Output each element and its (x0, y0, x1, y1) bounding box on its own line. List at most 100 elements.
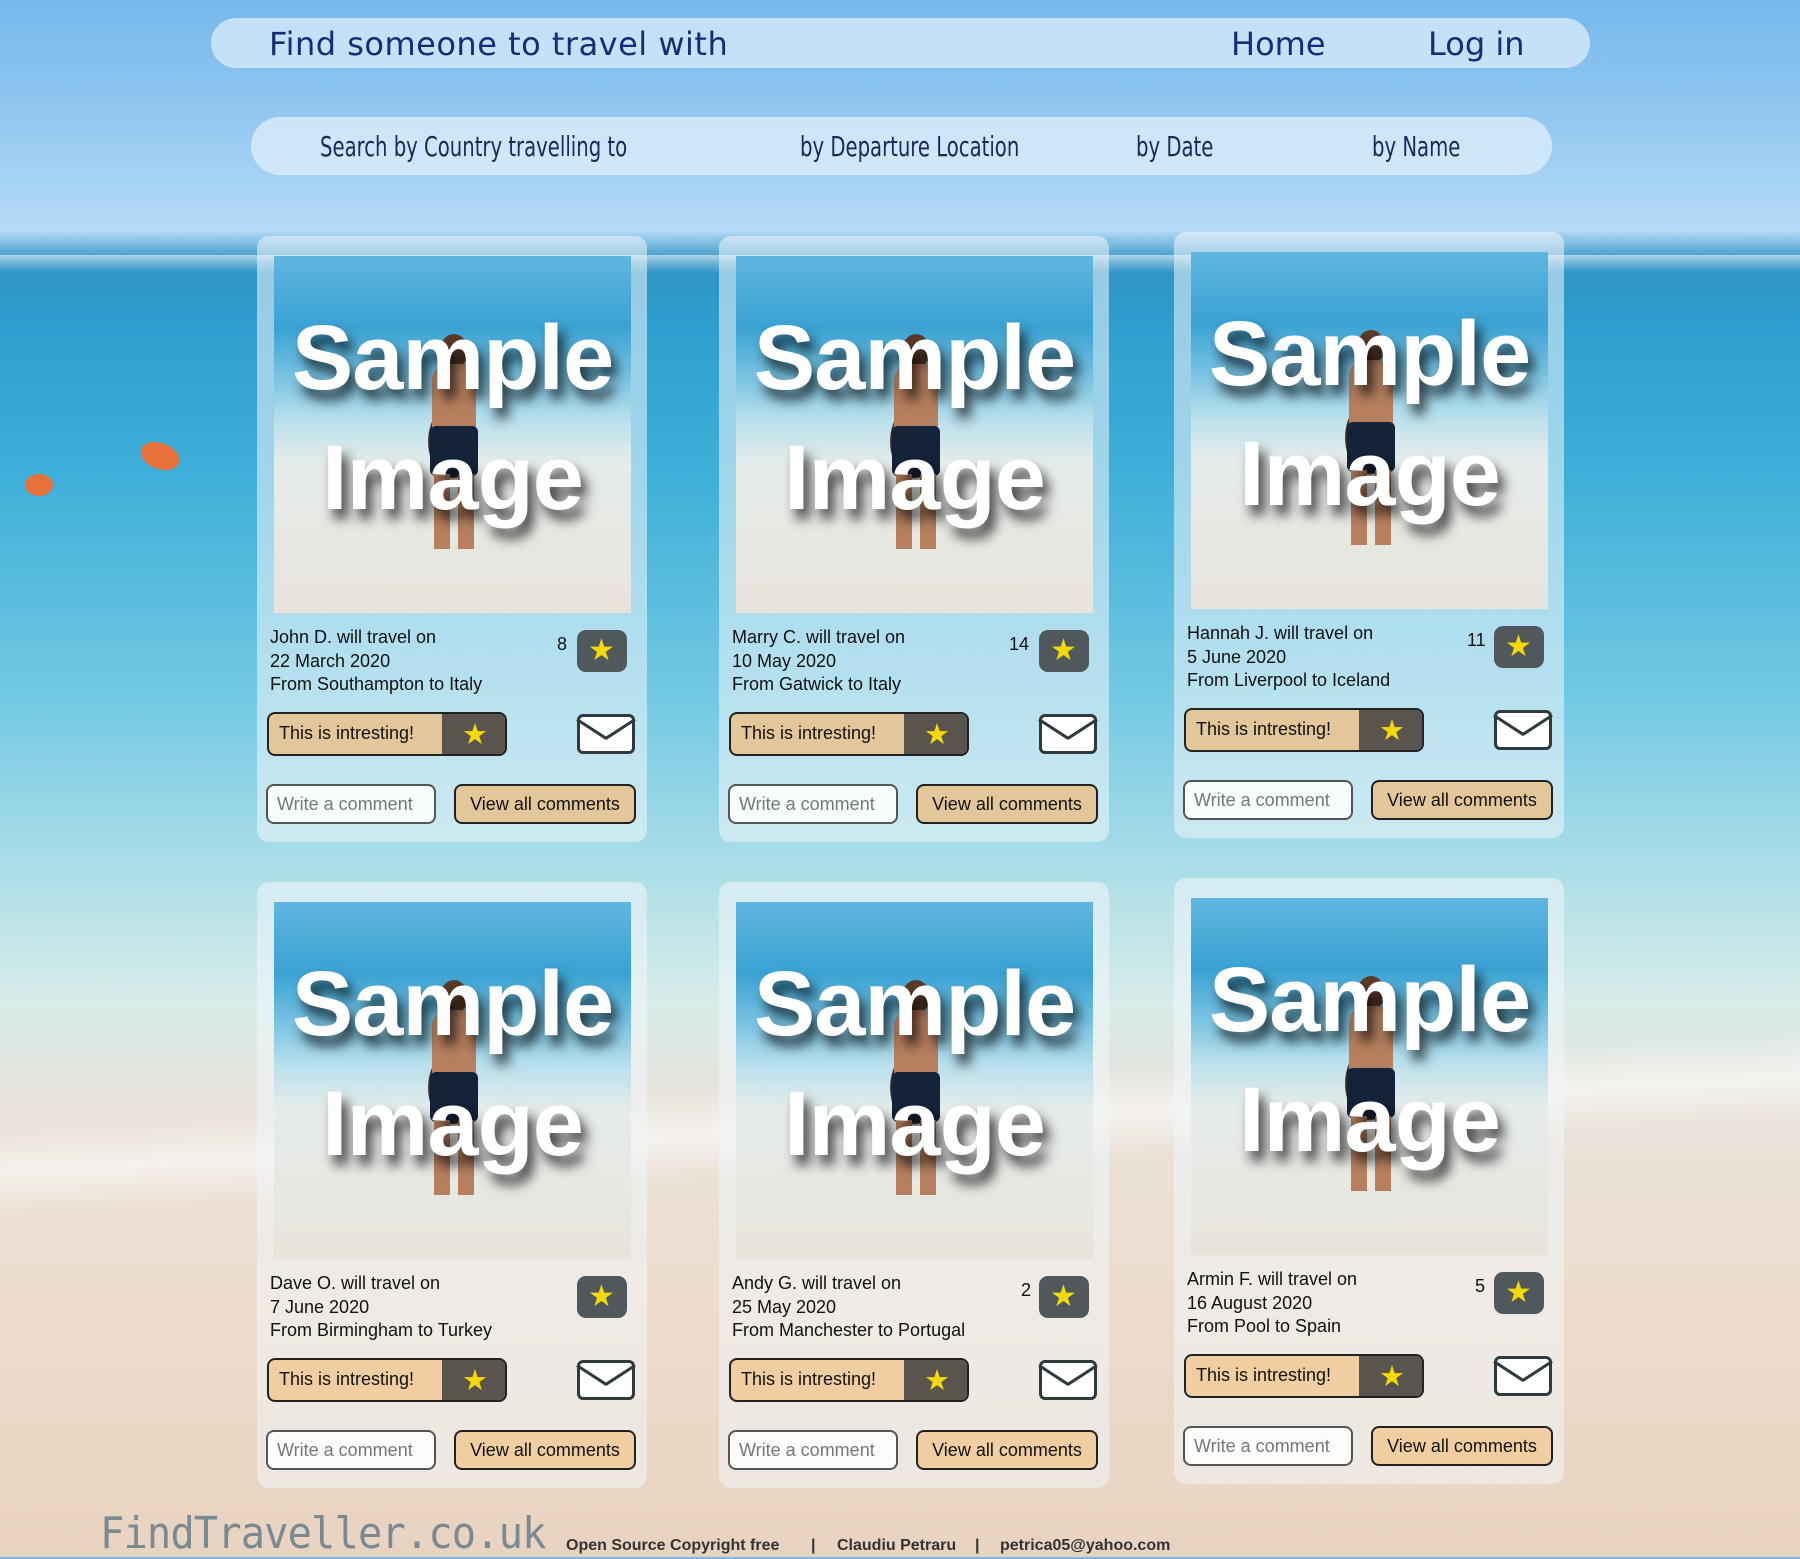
sample-watermark: Sample (1208, 949, 1531, 1051)
comment-input[interactable] (728, 784, 898, 824)
comment-input[interactable] (266, 784, 436, 824)
traveller-photo[interactable]: Sample Image (736, 902, 1093, 1259)
mail-icon[interactable] (1039, 1360, 1097, 1400)
buoy-left (25, 474, 53, 496)
comment-input[interactable] (1183, 1426, 1353, 1466)
travel-info: Andy G. will travel on 25 May 2020 From Ma… (732, 1272, 965, 1343)
home-link[interactable]: Home (1231, 25, 1326, 63)
comment-input[interactable] (728, 1430, 898, 1470)
interesting-button[interactable]: This is intresting! ★ (729, 1358, 969, 1402)
star-icon: ★ (924, 719, 950, 751)
star-icon: ★ (1505, 1276, 1532, 1309)
search-by-departure[interactable]: by Departure Location (800, 130, 1019, 163)
traveller-name: Hannah J. will travel on (1187, 623, 1374, 643)
star-icon: ★ (462, 1365, 488, 1397)
star-icon: ★ (588, 1280, 615, 1313)
footer-separator: | (811, 1537, 816, 1554)
favourite-count: 5 (1475, 1276, 1486, 1296)
interesting-button[interactable]: This is intresting! ★ (267, 1358, 507, 1402)
traveller-card: Sample Image Marry C. will travel on 10 May… (719, 236, 1109, 842)
comment-input[interactable] (266, 1430, 436, 1470)
traveller-name: Andy G. will travel on (732, 1273, 902, 1293)
sample-watermark: Sample (1208, 303, 1531, 405)
buoy-right (136, 436, 184, 476)
interesting-label: This is intresting! (279, 1369, 415, 1389)
interesting-button[interactable]: This is intresting! ★ (1184, 1354, 1424, 1398)
interesting-label: This is intresting! (741, 723, 877, 743)
travel-info: Armin F. will travel on 16 August 2020 Fro… (1187, 1268, 1357, 1339)
star-icon: ★ (924, 1365, 950, 1397)
mail-icon[interactable] (577, 714, 635, 754)
travel-route: From Pool to Spain (1187, 1316, 1342, 1336)
travel-info: Hannah J. will travel on 5 June 2020 From … (1187, 622, 1390, 693)
interesting-label: This is intresting! (741, 1369, 877, 1389)
footer-email[interactable]: petrica05@yahoo.com (1000, 1537, 1170, 1555)
favourite-button[interactable]: ★ (577, 1276, 627, 1318)
star-icon: ★ (1505, 630, 1532, 663)
sample-watermark: Image (322, 427, 584, 529)
favourite-count: 8 (557, 634, 568, 654)
mail-icon[interactable] (1494, 710, 1552, 750)
view-all-comments-button[interactable]: View all comments (916, 1430, 1098, 1470)
interesting-button[interactable]: This is intresting! ★ (267, 712, 507, 756)
favourite-count: 2 (1021, 1280, 1032, 1300)
top-navigation-bar: Find someone to travel with Home Log in (211, 18, 1590, 68)
mail-icon[interactable] (1039, 714, 1097, 754)
travel-route: From Liverpool to Iceland (1187, 670, 1391, 690)
favourite-button[interactable]: ★ (1494, 626, 1544, 668)
star-icon: ★ (462, 719, 488, 751)
login-link[interactable]: Log in (1428, 25, 1525, 63)
view-all-comments-button[interactable]: View all comments (454, 1430, 636, 1470)
search-by-country[interactable]: Search by Country travelling to (320, 130, 627, 163)
favourite-button[interactable]: ★ (1039, 630, 1089, 672)
traveller-photo[interactable]: Sample Image (274, 256, 631, 613)
travel-date: 5 June 2020 (1187, 646, 1287, 667)
sample-watermark: Image (784, 1073, 1046, 1175)
sample-watermark: Image (1239, 1069, 1501, 1171)
view-all-comments-button[interactable]: View all comments (916, 784, 1098, 824)
favourite-count: 11 (1467, 630, 1486, 650)
traveller-card: Sample Image Andy G. will travel on 25 May … (719, 882, 1109, 1488)
interesting-button[interactable]: This is intresting! ★ (1184, 708, 1424, 752)
interesting-label: This is intresting! (279, 723, 415, 743)
travel-info: Marry C. will travel on 10 May 2020 From G… (732, 626, 905, 697)
view-all-comments-button[interactable]: View all comments (454, 784, 636, 824)
traveller-name: Marry C. will travel on (732, 627, 906, 647)
sample-watermark: Sample (753, 307, 1076, 409)
comment-input[interactable] (1183, 780, 1353, 820)
traveller-photo[interactable]: Sample Image (1191, 898, 1548, 1255)
favourite-button[interactable]: ★ (577, 630, 627, 672)
star-icon: ★ (1050, 634, 1077, 667)
view-all-comments-button[interactable]: View all comments (1371, 1426, 1553, 1466)
travel-date: 7 June 2020 (270, 1296, 370, 1317)
traveller-card: Sample Image Dave O. will travel on 7 June … (257, 882, 647, 1488)
traveller-photo[interactable]: Sample Image (1191, 252, 1548, 609)
interesting-label: This is intresting! (1196, 1365, 1332, 1385)
search-by-date[interactable]: by Date (1136, 130, 1213, 163)
site-logo: FindTraveller.co.uk (100, 1508, 547, 1559)
travel-date: 16 August 2020 (1187, 1292, 1313, 1313)
travel-date: 22 March 2020 (270, 650, 391, 671)
footer-separator: | (975, 1537, 980, 1554)
footer-author: Claudiu Petraru (837, 1537, 957, 1554)
view-all-comments-button[interactable]: View all comments (1371, 780, 1553, 820)
favourite-count: 14 (1009, 634, 1030, 654)
favourite-button[interactable]: ★ (1494, 1272, 1544, 1314)
mail-icon[interactable] (1494, 1356, 1552, 1396)
traveller-name: John D. will travel on (270, 627, 437, 647)
sample-watermark: Image (322, 1073, 584, 1175)
search-by-name[interactable]: by Name (1372, 130, 1460, 163)
mail-icon[interactable] (577, 1360, 635, 1400)
traveller-card: Sample Image Armin F. will travel on 16 Aug… (1174, 878, 1564, 1484)
sample-watermark: Sample (291, 307, 614, 409)
sample-watermark: Image (784, 427, 1046, 529)
star-icon: ★ (588, 634, 615, 667)
favourite-button[interactable]: ★ (1039, 1276, 1089, 1318)
traveller-photo[interactable]: Sample Image (274, 902, 631, 1259)
traveller-photo[interactable]: Sample Image (736, 256, 1093, 613)
interesting-button[interactable]: This is intresting! ★ (729, 712, 969, 756)
sample-watermark: Image (1239, 423, 1501, 525)
site-tagline: Find someone to travel with (269, 25, 729, 63)
star-icon: ★ (1379, 1361, 1405, 1393)
travel-route: From Birmingham to Turkey (270, 1320, 493, 1340)
